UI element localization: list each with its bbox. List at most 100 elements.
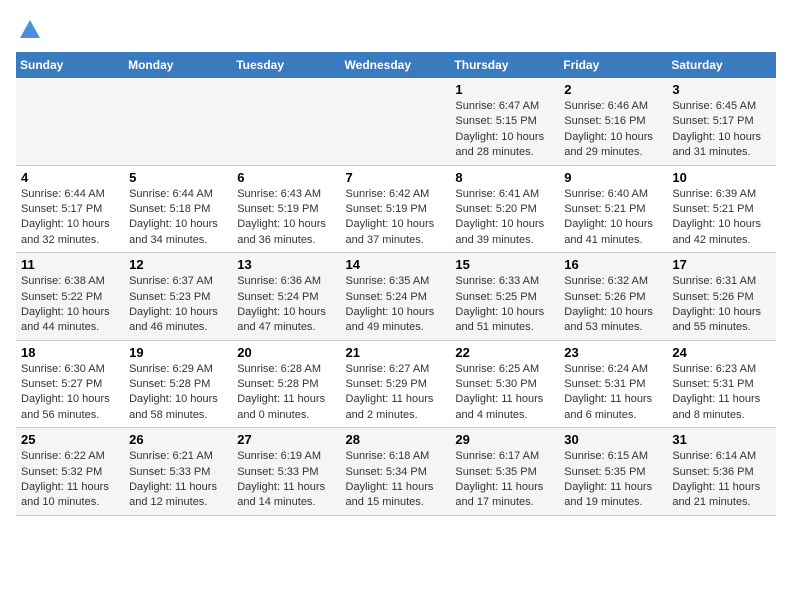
- day-info: Sunrise: 6:35 AMSunset: 5:24 PMDaylight:…: [346, 274, 446, 336]
- day-number: 2: [564, 82, 662, 97]
- day-info: Sunrise: 6:14 AMSunset: 5:36 PMDaylight:…: [672, 449, 771, 511]
- calendar-cell: 26Sunrise: 6:21 AMSunset: 5:33 PMDayligh…: [124, 428, 232, 516]
- week-row-3: 11 Sunrise: 6:38 AMSunset: 5:22 PMDayligh…: [16, 253, 776, 341]
- calendar-cell: 23 Sunrise: 6:24 AMSunset: 5:31 PMDayligh…: [559, 340, 667, 428]
- calendar-cell: 20Sunrise: 6:28 AMSunset: 5:28 PMDayligh…: [232, 340, 340, 428]
- logo-icon: [16, 16, 44, 44]
- day-number: 11: [21, 257, 119, 272]
- day-info: Sunrise: 6:33 AMSunset: 5:25 PMDaylight:…: [455, 274, 554, 336]
- day-info: Sunrise: 6:25 AMSunset: 5:30 PMDaylight:…: [455, 362, 554, 424]
- day-info: Sunrise: 6:30 AMSunset: 5:27 PMDaylight:…: [21, 362, 119, 424]
- day-number: 17: [672, 257, 771, 272]
- day-number: 6: [237, 170, 335, 185]
- calendar-cell: [16, 78, 124, 165]
- calendar-body: 1 Sunrise: 6:47 AMSunset: 5:15 PMDaylight…: [16, 78, 776, 515]
- day-number: 27: [237, 432, 335, 447]
- day-info: Sunrise: 6:24 AMSunset: 5:31 PMDaylight:…: [564, 362, 662, 424]
- day-info: Sunrise: 6:42 AMSunset: 5:19 PMDaylight:…: [346, 187, 446, 249]
- day-number: 23: [564, 345, 662, 360]
- week-row-5: 25 Sunrise: 6:22 AMSunset: 5:32 PMDayligh…: [16, 428, 776, 516]
- day-info: Sunrise: 6:32 AMSunset: 5:26 PMDaylight:…: [564, 274, 662, 336]
- day-info: Sunrise: 6:18 AMSunset: 5:34 PMDaylight:…: [346, 449, 446, 511]
- calendar-cell: 13 Sunrise: 6:36 AMSunset: 5:24 PMDayligh…: [232, 253, 340, 341]
- day-number: 16: [564, 257, 662, 272]
- calendar-cell: 31 Sunrise: 6:14 AMSunset: 5:36 PMDayligh…: [667, 428, 776, 516]
- day-info: Sunrise: 6:23 AMSunset: 5:31 PMDaylight:…: [672, 362, 771, 424]
- day-info: Sunrise: 6:44 AMSunset: 5:18 PMDaylight:…: [129, 187, 227, 249]
- header-row: SundayMondayTuesdayWednesdayThursdayFrid…: [16, 52, 776, 78]
- day-number: 22: [455, 345, 554, 360]
- day-number: 14: [346, 257, 446, 272]
- calendar-cell: 29 Sunrise: 6:17 AMSunset: 5:35 PMDayligh…: [450, 428, 559, 516]
- day-number: 28: [346, 432, 446, 447]
- column-header-saturday: Saturday: [667, 52, 776, 78]
- calendar-cell: 19 Sunrise: 6:29 AMSunset: 5:28 PMDayligh…: [124, 340, 232, 428]
- calendar-cell: 22 Sunrise: 6:25 AMSunset: 5:30 PMDayligh…: [450, 340, 559, 428]
- calendar-cell: 9Sunrise: 6:40 AMSunset: 5:21 PMDaylight…: [559, 165, 667, 253]
- column-header-friday: Friday: [559, 52, 667, 78]
- day-info: Sunrise: 6:41 AMSunset: 5:20 PMDaylight:…: [455, 187, 554, 249]
- calendar-cell: 18 Sunrise: 6:30 AMSunset: 5:27 PMDayligh…: [16, 340, 124, 428]
- calendar-cell: 8 Sunrise: 6:41 AMSunset: 5:20 PMDaylight…: [450, 165, 559, 253]
- calendar-cell: 17 Sunrise: 6:31 AMSunset: 5:26 PMDayligh…: [667, 253, 776, 341]
- day-number: 26: [129, 432, 227, 447]
- day-number: 18: [21, 345, 119, 360]
- calendar-cell: 6 Sunrise: 6:43 AMSunset: 5:19 PMDaylight…: [232, 165, 340, 253]
- page-header: [16, 16, 776, 44]
- calendar-cell: 4 Sunrise: 6:44 AMSunset: 5:17 PMDaylight…: [16, 165, 124, 253]
- day-number: 9: [564, 170, 662, 185]
- calendar-table: SundayMondayTuesdayWednesdayThursdayFrid…: [16, 52, 776, 516]
- week-row-1: 1 Sunrise: 6:47 AMSunset: 5:15 PMDaylight…: [16, 78, 776, 165]
- calendar-cell: [232, 78, 340, 165]
- day-number: 4: [21, 170, 119, 185]
- calendar-cell: 3Sunrise: 6:45 AMSunset: 5:17 PMDaylight…: [667, 78, 776, 165]
- day-number: 31: [672, 432, 771, 447]
- day-info: Sunrise: 6:44 AMSunset: 5:17 PMDaylight:…: [21, 187, 119, 249]
- column-header-tuesday: Tuesday: [232, 52, 340, 78]
- day-number: 15: [455, 257, 554, 272]
- day-number: 21: [346, 345, 446, 360]
- day-number: 19: [129, 345, 227, 360]
- calendar-cell: 2 Sunrise: 6:46 AMSunset: 5:16 PMDaylight…: [559, 78, 667, 165]
- week-row-2: 4 Sunrise: 6:44 AMSunset: 5:17 PMDaylight…: [16, 165, 776, 253]
- day-number: 29: [455, 432, 554, 447]
- calendar-cell: [341, 78, 451, 165]
- day-info: Sunrise: 6:15 AMSunset: 5:35 PMDaylight:…: [564, 449, 662, 511]
- calendar-cell: 28 Sunrise: 6:18 AMSunset: 5:34 PMDayligh…: [341, 428, 451, 516]
- day-number: 24: [672, 345, 771, 360]
- column-header-wednesday: Wednesday: [341, 52, 451, 78]
- day-info: Sunrise: 6:17 AMSunset: 5:35 PMDaylight:…: [455, 449, 554, 511]
- day-number: 13: [237, 257, 335, 272]
- day-info: Sunrise: 6:39 AMSunset: 5:21 PMDaylight:…: [672, 187, 771, 249]
- calendar-cell: 27Sunrise: 6:19 AMSunset: 5:33 PMDayligh…: [232, 428, 340, 516]
- column-header-thursday: Thursday: [450, 52, 559, 78]
- column-header-sunday: Sunday: [16, 52, 124, 78]
- calendar-cell: [124, 78, 232, 165]
- day-number: 20: [237, 345, 335, 360]
- day-info: Sunrise: 6:36 AMSunset: 5:24 PMDaylight:…: [237, 274, 335, 336]
- calendar-cell: 12Sunrise: 6:37 AMSunset: 5:23 PMDayligh…: [124, 253, 232, 341]
- day-number: 8: [455, 170, 554, 185]
- calendar-cell: 15 Sunrise: 6:33 AMSunset: 5:25 PMDayligh…: [450, 253, 559, 341]
- day-number: 1: [455, 82, 554, 97]
- calendar-cell: 16 Sunrise: 6:32 AMSunset: 5:26 PMDayligh…: [559, 253, 667, 341]
- calendar-cell: 30 Sunrise: 6:15 AMSunset: 5:35 PMDayligh…: [559, 428, 667, 516]
- calendar-cell: 7Sunrise: 6:42 AMSunset: 5:19 PMDaylight…: [341, 165, 451, 253]
- day-info: Sunrise: 6:45 AMSunset: 5:17 PMDaylight:…: [672, 99, 771, 161]
- calendar-cell: 1 Sunrise: 6:47 AMSunset: 5:15 PMDaylight…: [450, 78, 559, 165]
- day-info: Sunrise: 6:29 AMSunset: 5:28 PMDaylight:…: [129, 362, 227, 424]
- day-info: Sunrise: 6:43 AMSunset: 5:19 PMDaylight:…: [237, 187, 335, 249]
- day-info: Sunrise: 6:47 AMSunset: 5:15 PMDaylight:…: [455, 99, 554, 161]
- day-info: Sunrise: 6:31 AMSunset: 5:26 PMDaylight:…: [672, 274, 771, 336]
- week-row-4: 18 Sunrise: 6:30 AMSunset: 5:27 PMDayligh…: [16, 340, 776, 428]
- day-info: Sunrise: 6:27 AMSunset: 5:29 PMDaylight:…: [346, 362, 446, 424]
- day-info: Sunrise: 6:22 AMSunset: 5:32 PMDaylight:…: [21, 449, 119, 511]
- day-info: Sunrise: 6:46 AMSunset: 5:16 PMDaylight:…: [564, 99, 662, 161]
- day-number: 25: [21, 432, 119, 447]
- calendar-cell: 11 Sunrise: 6:38 AMSunset: 5:22 PMDayligh…: [16, 253, 124, 341]
- day-number: 30: [564, 432, 662, 447]
- calendar-cell: 21 Sunrise: 6:27 AMSunset: 5:29 PMDayligh…: [341, 340, 451, 428]
- day-info: Sunrise: 6:38 AMSunset: 5:22 PMDaylight:…: [21, 274, 119, 336]
- logo: [16, 16, 48, 44]
- day-number: 12: [129, 257, 227, 272]
